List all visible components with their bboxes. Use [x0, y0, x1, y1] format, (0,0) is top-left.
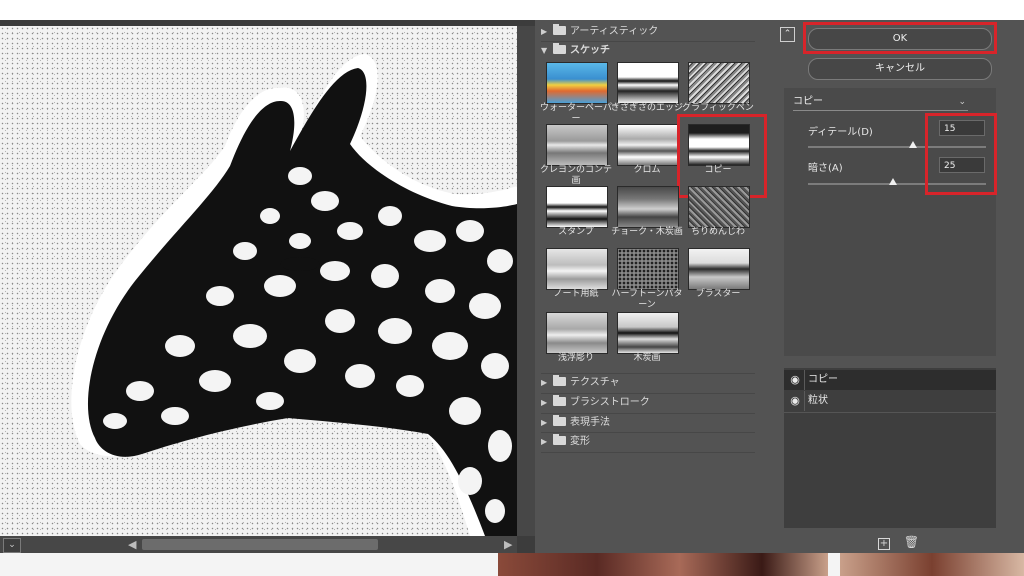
trash-icon[interactable]: 🗑	[904, 535, 919, 549]
filter-label: チョーク・木炭画	[611, 227, 683, 237]
darkness-label: 暗さ(A)	[808, 163, 843, 174]
divider	[784, 412, 996, 413]
effect-layer-photocopy[interactable]: ◉ コピー	[784, 370, 996, 390]
filter-select-dropdown[interactable]: コピー ⌄	[793, 94, 968, 111]
filter-label: ぎざぎざのエッジ	[610, 103, 683, 113]
filter-label: ハーフトーンパターン	[611, 289, 683, 310]
filter-thumb-bas-relief[interactable]	[546, 312, 608, 354]
values-highlight	[925, 113, 997, 195]
expand-arrow-icon: ▶	[541, 418, 548, 427]
filter-thumb-note-paper[interactable]	[546, 248, 608, 290]
expand-arrow-icon: ▶	[541, 398, 548, 407]
eye-icon[interactable]: ◉	[786, 370, 804, 390]
filter-thumb-stamp[interactable]	[546, 186, 608, 228]
darkness-slider-thumb[interactable]	[889, 178, 898, 185]
category-brush-strokes[interactable]: ▶ ブラシストローク	[541, 394, 650, 412]
folder-icon	[553, 24, 566, 35]
folder-icon	[553, 415, 566, 426]
giraffe-preview-image	[71, 54, 517, 536]
filter-label: プラスター	[695, 289, 741, 299]
collapse-gallery-icon[interactable]: ⌃	[780, 27, 795, 42]
filter-label: ちりめんじわ	[690, 227, 745, 237]
cancel-button[interactable]: キャンセル	[808, 58, 992, 80]
folder-icon	[553, 375, 566, 386]
filter-thumb-conte-crayon[interactable]	[546, 124, 608, 166]
filter-thumb-plaster[interactable]	[688, 248, 750, 290]
detail-label: ディテール(D)	[808, 127, 873, 138]
filter-label: クロム	[633, 165, 661, 175]
filter-label: クレヨンのコンテ画	[539, 165, 612, 186]
preview-canvas[interactable]	[0, 26, 517, 536]
filter-label: ノート用紙	[553, 289, 599, 299]
detail-slider-thumb[interactable]	[909, 141, 918, 148]
filter-label: 浅浮彫り	[557, 353, 594, 363]
document-photo	[840, 553, 1024, 576]
preview-vertical-scrollbar[interactable]	[517, 26, 535, 536]
filter-label: ウォーターペーパー	[540, 103, 612, 124]
collapse-arrow-icon: ▼	[541, 46, 548, 55]
scroll-right-icon[interactable]: ▶	[504, 538, 512, 551]
filter-thumb-graphic-pen[interactable]	[688, 62, 750, 104]
document-photo	[498, 553, 828, 576]
expand-arrow-icon: ▶	[541, 27, 548, 36]
divider	[541, 452, 755, 453]
folder-icon	[553, 395, 566, 406]
category-sketch[interactable]: ▼ スケッチ	[541, 42, 610, 60]
ok-highlight	[803, 22, 997, 54]
filter-label: スタンプ	[558, 227, 594, 237]
filter-thumb-water-paper[interactable]	[546, 62, 608, 104]
filter-thumb-torn-edges[interactable]	[617, 62, 679, 104]
zoom-dropdown[interactable]: ⌄	[3, 538, 21, 553]
folder-icon	[553, 434, 566, 445]
expand-arrow-icon: ▶	[541, 437, 548, 446]
scroll-left-icon[interactable]: ◀	[128, 538, 136, 551]
eye-icon[interactable]: ◉	[786, 391, 804, 411]
filter-thumb-chalk-charcoal[interactable]	[617, 186, 679, 228]
filter-thumb-chrome[interactable]	[617, 124, 679, 166]
category-artistic[interactable]: ▶ アーティスティック	[541, 23, 658, 41]
filter-thumb-halftone-pattern[interactable]	[617, 248, 679, 290]
filter-thumb-reticulation[interactable]	[688, 186, 750, 228]
effect-layer-grain[interactable]: ◉ 粒状	[784, 391, 996, 411]
category-distort[interactable]: ▶ 変形	[541, 433, 590, 451]
filter-label: グラフィックペン	[682, 103, 754, 113]
filter-thumb-charcoal[interactable]	[617, 312, 679, 354]
scroll-thumb[interactable]	[142, 539, 378, 550]
category-texture[interactable]: ▶ テクスチャ	[541, 374, 620, 392]
top-strip	[0, 0, 1024, 20]
expand-arrow-icon: ▶	[541, 378, 548, 387]
add-effect-layer-icon[interactable]: +	[878, 538, 890, 550]
filter-label: 木炭画	[633, 353, 661, 363]
folder-open-icon	[553, 43, 566, 54]
category-stylize[interactable]: ▶ 表現手法	[541, 414, 610, 432]
chevron-down-icon: ⌄	[958, 97, 966, 107]
